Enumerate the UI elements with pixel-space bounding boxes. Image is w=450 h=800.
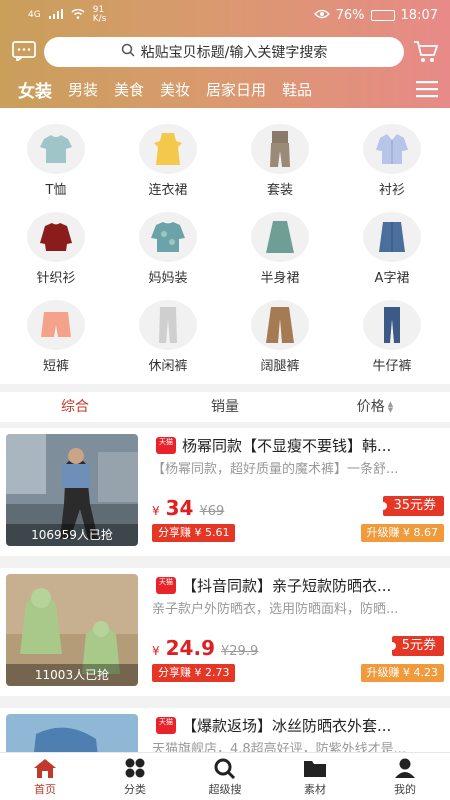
product-image[interactable] xyxy=(6,714,138,752)
search-input[interactable]: 粘贴宝贝标题/输入关键字搜索 xyxy=(44,37,404,67)
shirt-icon xyxy=(363,124,421,174)
sort-price[interactable]: 价格 ▲ ▼ xyxy=(300,392,450,422)
subcategory-wide-leg-pants[interactable]: 阔腿裤 xyxy=(240,290,320,378)
sold-count: 11003人已抢 xyxy=(6,664,138,686)
home-icon xyxy=(34,759,56,778)
subcategory-shirt[interactable]: 衬衫 xyxy=(352,114,432,202)
sort-sales[interactable]: 销量 xyxy=(150,392,300,422)
tab-shoes[interactable]: 鞋品 xyxy=(282,79,312,100)
subcategory-grid: T恤 连衣裙 套装 衬衫 针织衫 妈妈装 半身裙 A字裙 短裤 休闲裤 阔腿裤 xyxy=(0,108,450,384)
tab-category[interactable]: 分类 xyxy=(90,753,180,800)
tab-super-search[interactable]: 超级搜 xyxy=(180,753,270,800)
subcategory-mom-wear[interactable]: 妈妈装 xyxy=(128,202,208,290)
original-price: ¥69 xyxy=(199,504,225,519)
product-price: 24.9 xyxy=(165,636,215,660)
search-placeholder: 粘贴宝贝标题/输入关键字搜索 xyxy=(140,45,328,61)
tab-materials[interactable]: 素材 xyxy=(270,753,360,800)
cart-icon[interactable] xyxy=(413,40,439,64)
casual-pants-icon xyxy=(139,300,197,350)
folder-icon xyxy=(304,761,326,777)
share-earn-button[interactable]: 分享赚 ¥ 2.73 xyxy=(152,664,236,682)
user-icon xyxy=(395,758,415,778)
signal-icon xyxy=(48,8,63,22)
currency-symbol: ¥ xyxy=(152,504,160,518)
skirt-icon xyxy=(251,212,309,262)
suit-icon xyxy=(251,124,309,174)
bottom-tab-bar: 首页 分类 超级搜 素材 我的 xyxy=(0,752,450,800)
knitwear-icon xyxy=(27,212,85,262)
upgrade-earn-button[interactable]: 升级赚 ¥ 8.67 xyxy=(360,524,444,542)
tmall-badge: 天猫 xyxy=(156,436,176,454)
battery-percent: 76% xyxy=(335,7,365,23)
wide-leg-pants-icon xyxy=(251,300,309,350)
tab-food[interactable]: 美食 xyxy=(114,79,144,100)
product-card[interactable]: 106959人已抢 天猫 杨幂同款【不显瘦不要钱】韩... 【杨幂同款，超好质量… xyxy=(0,428,450,556)
tshirt-icon xyxy=(27,124,85,174)
original-price: ¥29.9 xyxy=(221,644,259,659)
tab-home[interactable]: 居家日用 xyxy=(206,79,266,100)
product-title: 杨幂同款【不显瘦不要钱】韩... xyxy=(182,436,392,455)
product-price: 34 xyxy=(165,496,194,520)
mom-wear-icon xyxy=(139,212,197,262)
speed-unit: K/s xyxy=(92,14,107,24)
share-earn-button[interactable]: 分享赚 ¥ 5.61 xyxy=(152,524,236,542)
header: 4G 91 K/s 76% 18:07 粘贴宝贝标题/输入关键字搜索 女装 男装… xyxy=(0,0,450,108)
product-image[interactable]: 106959人已抢 xyxy=(6,434,138,546)
product-card[interactable]: 天猫 【爆款返场】冰丝防晒衣外套... 天猫旗舰店，4.8超高好评，防紫外线才是… xyxy=(0,708,450,752)
message-icon[interactable] xyxy=(12,41,36,63)
subcategory-skirt[interactable]: 半身裙 xyxy=(240,202,320,290)
coupon-badge[interactable]: 35元券 xyxy=(379,496,444,516)
wifi-icon xyxy=(71,8,85,22)
tmall-badge: 天猫 xyxy=(156,716,176,734)
product-title: 【爆款返场】冰丝防晒衣外套... xyxy=(182,716,392,735)
tab-beauty[interactable]: 美妆 xyxy=(160,79,190,100)
upgrade-earn-button[interactable]: 升级赚 ¥ 4.23 xyxy=(360,664,444,682)
clock: 18:07 xyxy=(400,7,438,23)
product-desc: 【杨幂同款，超好质量的魔术裤】一条舒... xyxy=(152,462,399,477)
menu-icon[interactable] xyxy=(416,80,438,98)
category-icon xyxy=(125,758,145,778)
status-bar: 4G 91 K/s 76% 18:07 xyxy=(0,0,450,30)
product-desc: 亲子款户外防晒衣，选用防晒面料，防晒... xyxy=(152,602,399,617)
jeans-icon xyxy=(363,300,421,350)
subcategory-tshirt[interactable]: T恤 xyxy=(16,114,96,202)
sort-arrows-icon: ▲ ▼ xyxy=(387,400,394,414)
subcategory-jeans[interactable]: 牛仔裤 xyxy=(352,290,432,378)
a-line-skirt-icon xyxy=(363,212,421,262)
subcategory-suit[interactable]: 套装 xyxy=(240,114,320,202)
tab-home-page[interactable]: 首页 xyxy=(0,753,90,800)
dress-icon xyxy=(139,124,197,174)
tmall-badge: 天猫 xyxy=(156,576,176,594)
shorts-icon xyxy=(27,300,85,350)
subcategory-dress[interactable]: 连衣裙 xyxy=(128,114,208,202)
network-indicator: 4G xyxy=(28,10,41,20)
sold-count: 106959人已抢 xyxy=(6,524,138,546)
subcategory-casual-pants[interactable]: 休闲裤 xyxy=(128,290,208,378)
subcategory-knitwear[interactable]: 针织衫 xyxy=(16,202,96,290)
product-desc: 天猫旗舰店，4.8超高好评，防紫外线才是... xyxy=(152,742,407,752)
sort-bar: 综合 销量 价格 ▲ ▼ xyxy=(0,392,450,422)
tab-men[interactable]: 男装 xyxy=(68,79,98,100)
currency-symbol: ¥ xyxy=(152,644,160,658)
tab-women[interactable]: 女装 xyxy=(18,77,52,102)
category-tabs: 女装 男装 美食 美妆 居家日用 鞋品 xyxy=(0,76,450,102)
subcategory-shorts[interactable]: 短裤 xyxy=(16,290,96,378)
sort-comprehensive[interactable]: 综合 xyxy=(0,392,150,422)
product-card[interactable]: 11003人已抢 天猫 【抖音同款】亲子短款防晒衣... 亲子款户外防晒衣，选用… xyxy=(0,568,450,696)
product-title: 【抖音同款】亲子短款防晒衣... xyxy=(182,576,392,595)
tab-mine[interactable]: 我的 xyxy=(360,753,450,800)
battery-icon xyxy=(370,9,395,21)
eye-icon xyxy=(313,8,330,23)
coupon-badge[interactable]: 5元券 xyxy=(387,636,444,656)
search-icon xyxy=(214,758,236,779)
search-icon xyxy=(121,43,135,61)
subcategory-a-line-skirt[interactable]: A字裙 xyxy=(352,202,432,290)
product-image[interactable]: 11003人已抢 xyxy=(6,574,138,686)
